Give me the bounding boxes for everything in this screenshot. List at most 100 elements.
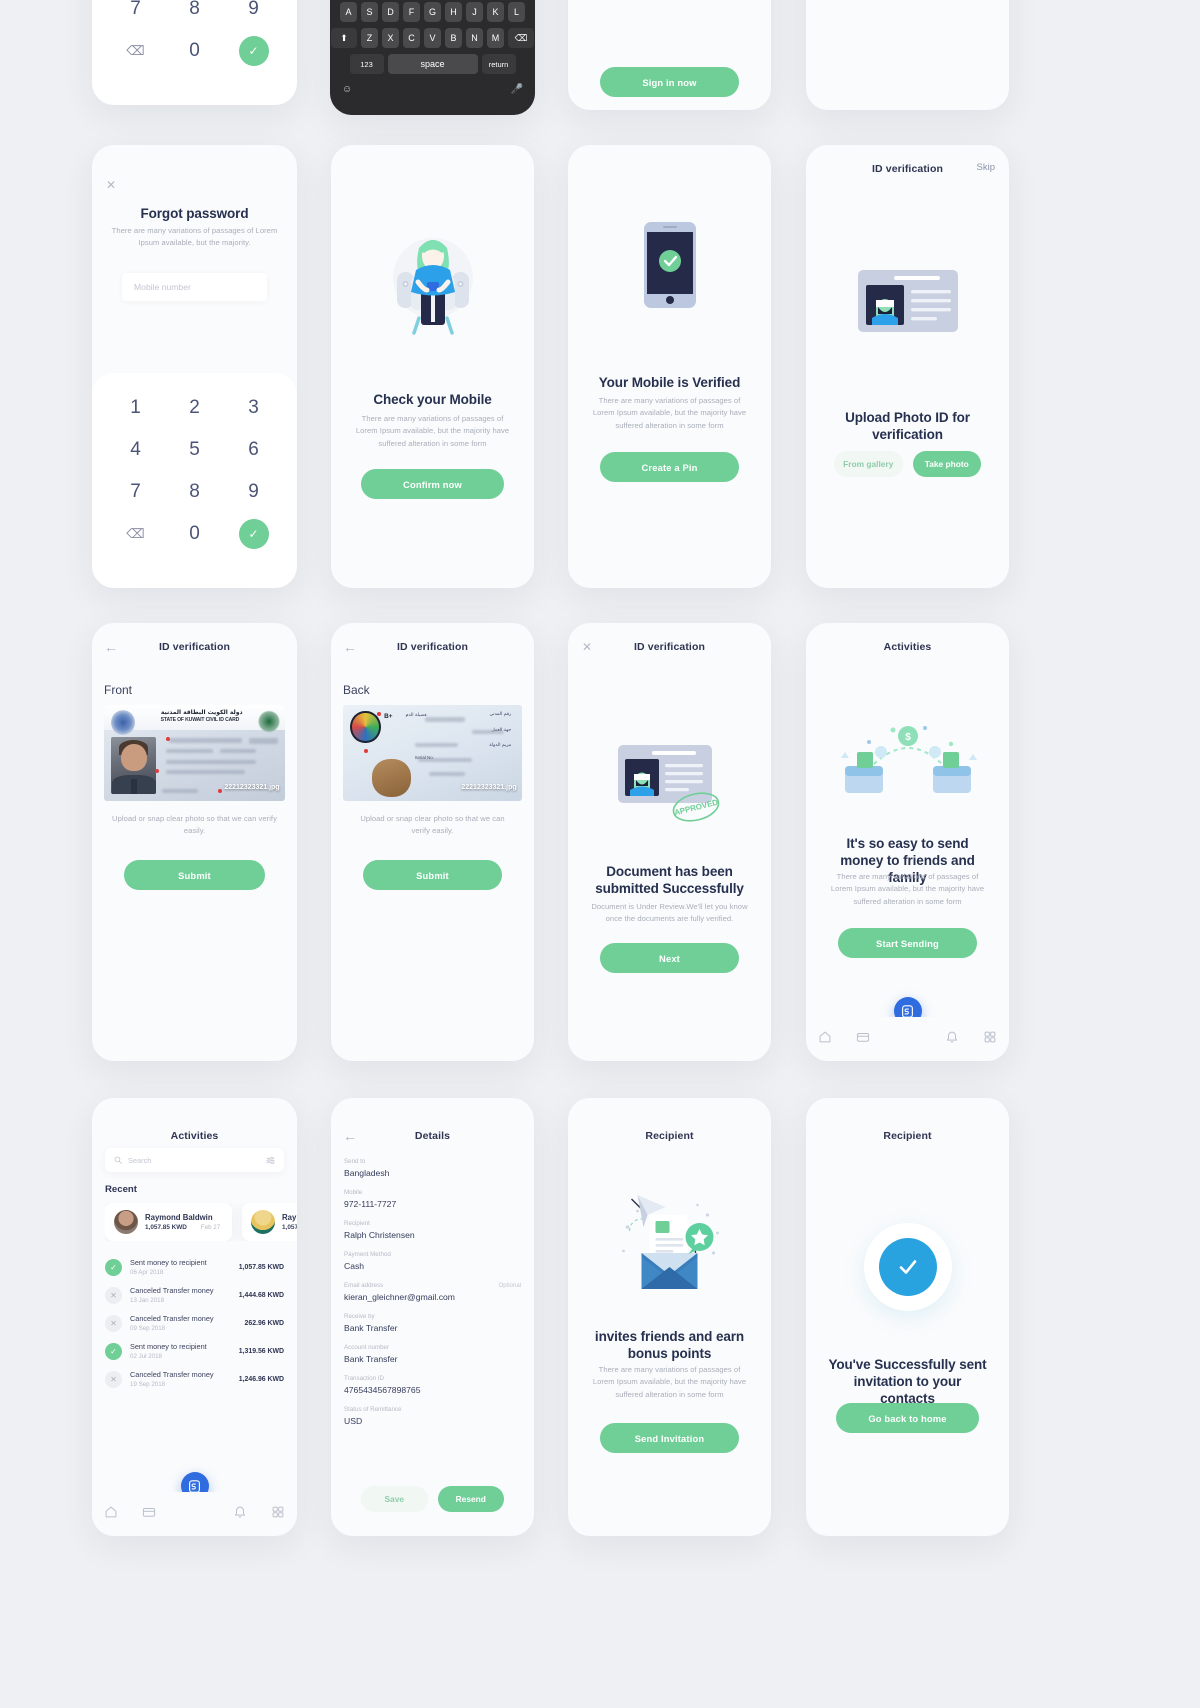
microphone-icon[interactable]: 🎤 — [511, 84, 523, 95]
key-9[interactable]: 9 — [224, 0, 283, 30]
mobile-number-input[interactable]: Mobile number — [122, 273, 267, 301]
save-button[interactable]: Save — [361, 1486, 428, 1512]
screen-recipient-success: Recipient You've Successfully sent invit… — [806, 1098, 1009, 1536]
kb-key-V[interactable]: V — [424, 28, 441, 48]
ios-keyboard[interactable]: A S D F G H J K L ⬆ Z X C V B N M ⌫ 123 … — [330, 0, 535, 115]
id-card-front-image[interactable]: دولة الكويت البطاقة المدنية STATE OF KUW… — [104, 705, 285, 801]
back-arrow-icon[interactable]: ← — [343, 1128, 357, 1144]
keyboard-row-home[interactable]: A S D F G H J K L — [330, 2, 535, 22]
resend-button[interactable]: Resend — [437, 1486, 504, 1512]
sign-in-button[interactable]: Sign in now — [600, 67, 739, 97]
table-row[interactable]: ✕ Canceled Transfer money 09 Sep 2018 26… — [105, 1314, 284, 1332]
home-icon[interactable] — [818, 1030, 832, 1049]
start-sending-button[interactable]: Start Sending — [838, 928, 977, 958]
kb-key-X[interactable]: X — [382, 28, 399, 48]
key-7[interactable]: 7 — [106, 0, 165, 30]
filter-icon[interactable] — [266, 1156, 275, 1165]
kb-key-L[interactable]: L — [508, 2, 525, 22]
annotation-dot — [165, 736, 170, 741]
kb-key-B[interactable]: B — [445, 28, 462, 48]
close-icon[interactable]: ✕ — [106, 177, 116, 193]
kb-key-F[interactable]: F — [403, 2, 420, 22]
transaction-list[interactable]: ✓ Sent money to recipient 06 Apr 2018 1,… — [105, 1258, 284, 1398]
delete-icon[interactable]: ⌫ — [106, 30, 165, 72]
emoji-icon[interactable]: ☺ — [342, 84, 352, 95]
go-back-home-button[interactable]: Go back to home — [836, 1403, 979, 1433]
take-photo-button[interactable]: Take photo — [912, 451, 981, 477]
kb-key-K[interactable]: K — [487, 2, 504, 22]
keyboard-row-function[interactable]: 123 space return — [330, 54, 535, 74]
key-8[interactable]: 8 — [165, 0, 224, 30]
key-6[interactable]: 6 — [224, 429, 283, 471]
kb-key-H[interactable]: H — [445, 2, 462, 22]
bell-icon[interactable] — [945, 1030, 959, 1049]
skip-button[interactable]: Skip — [977, 162, 995, 173]
key-0[interactable]: 0 — [165, 30, 224, 72]
recent-contact-card[interactable]: Raymond Baldwin 1,057.85 KWD Feb 27 — [105, 1203, 232, 1241]
from-gallery-button[interactable]: From gallery — [834, 451, 903, 477]
submit-button[interactable]: Submit — [363, 860, 502, 890]
back-arrow-icon[interactable]: ← — [104, 639, 118, 655]
numeric-key[interactable]: 123 — [349, 54, 384, 74]
id-card-back-image[interactable]: B+ فصيلة الدم رقم المدني جهة العمل مريم … — [343, 705, 522, 801]
keyboard-utility-row[interactable]: ☺ 🎤 — [330, 80, 535, 95]
delete-icon[interactable]: ⌫ — [106, 513, 165, 555]
card-icon[interactable] — [142, 1505, 156, 1524]
kb-key-C[interactable]: C — [403, 28, 420, 48]
bottom-tab-bar[interactable] — [92, 1492, 297, 1536]
recent-contact-card[interactable]: Ray 1,057 — [242, 1203, 297, 1241]
key-1[interactable]: 1 — [106, 387, 165, 429]
keyboard-row-bottom[interactable]: ⬆ Z X C V B N M ⌫ — [330, 28, 535, 48]
key-9[interactable]: 9 — [224, 471, 283, 513]
kb-key-A[interactable]: A — [340, 2, 357, 22]
next-button[interactable]: Next — [600, 943, 739, 973]
space-key[interactable]: space — [387, 54, 478, 74]
approved-document-illustration: APPROVED — [612, 745, 728, 825]
home-icon[interactable] — [104, 1505, 118, 1524]
pin-keypad[interactable]: 7 8 9 ⌫ 0 ✓ — [106, 0, 283, 72]
page-title: Forgot password — [140, 206, 249, 221]
confirm-now-button[interactable]: Confirm now — [361, 469, 504, 499]
send-invitation-button[interactable]: Send Invitation — [600, 1423, 739, 1453]
table-row[interactable]: ✓ Sent money to recipient 06 Apr 2018 1,… — [105, 1258, 284, 1276]
key-confirm[interactable]: ✓ — [224, 513, 283, 555]
back-arrow-icon[interactable]: ← — [343, 639, 357, 655]
screen-check-mobile: Check your Mobile There are many variati… — [331, 145, 534, 588]
return-key[interactable]: return — [481, 54, 516, 74]
kb-key-Z[interactable]: Z — [361, 28, 378, 48]
table-row[interactable]: ✕ Canceled Transfer money 13 Jan 2018 1,… — [105, 1286, 284, 1304]
key-2[interactable]: 2 — [165, 387, 224, 429]
kb-key-N[interactable]: N — [466, 28, 483, 48]
kb-key-G[interactable]: G — [424, 2, 441, 22]
kb-key-M[interactable]: M — [487, 28, 504, 48]
annotation-dot — [377, 711, 381, 716]
search-input[interactable]: Search — [105, 1148, 284, 1172]
key-7[interactable]: 7 — [106, 471, 165, 513]
close-icon[interactable]: ✕ — [582, 639, 592, 655]
check-icon — [899, 1260, 916, 1274]
backspace-icon[interactable]: ⌫ — [508, 28, 534, 48]
numeric-keypad[interactable]: 1 2 3 4 5 6 7 8 9 ⌫ 0 ✓ — [106, 387, 283, 555]
recent-contacts-row[interactable]: Raymond Baldwin 1,057.85 KWD Feb 27 Ray … — [105, 1203, 297, 1241]
key-8[interactable]: 8 — [165, 471, 224, 513]
txn-amount: 1,444.68 KWD — [238, 1291, 284, 1299]
submit-button[interactable]: Submit — [124, 860, 265, 890]
kb-key-J[interactable]: J — [466, 2, 483, 22]
grid-icon[interactable] — [271, 1505, 285, 1524]
key-3[interactable]: 3 — [224, 387, 283, 429]
key-4[interactable]: 4 — [106, 429, 165, 471]
key-0[interactable]: 0 — [165, 513, 224, 555]
keypad-sheet: 1 2 3 4 5 6 7 8 9 ⌫ 0 ✓ — [92, 373, 297, 588]
key-confirm[interactable]: ✓ — [224, 30, 283, 72]
bell-icon[interactable] — [233, 1505, 247, 1524]
kb-key-S[interactable]: S — [361, 2, 378, 22]
create-pin-button[interactable]: Create a Pin — [600, 452, 739, 482]
table-row[interactable]: ✕ Canceled Transfer money 19 Sep 2018 1,… — [105, 1370, 284, 1388]
shift-icon[interactable]: ⬆ — [331, 28, 357, 48]
card-icon[interactable] — [856, 1030, 870, 1049]
table-row[interactable]: ✓ Sent money to recipient 02 Jul 2018 1,… — [105, 1342, 284, 1360]
grid-icon[interactable] — [983, 1030, 997, 1049]
bottom-tab-bar[interactable] — [806, 1017, 1009, 1061]
kb-key-D[interactable]: D — [382, 2, 399, 22]
key-5[interactable]: 5 — [165, 429, 224, 471]
